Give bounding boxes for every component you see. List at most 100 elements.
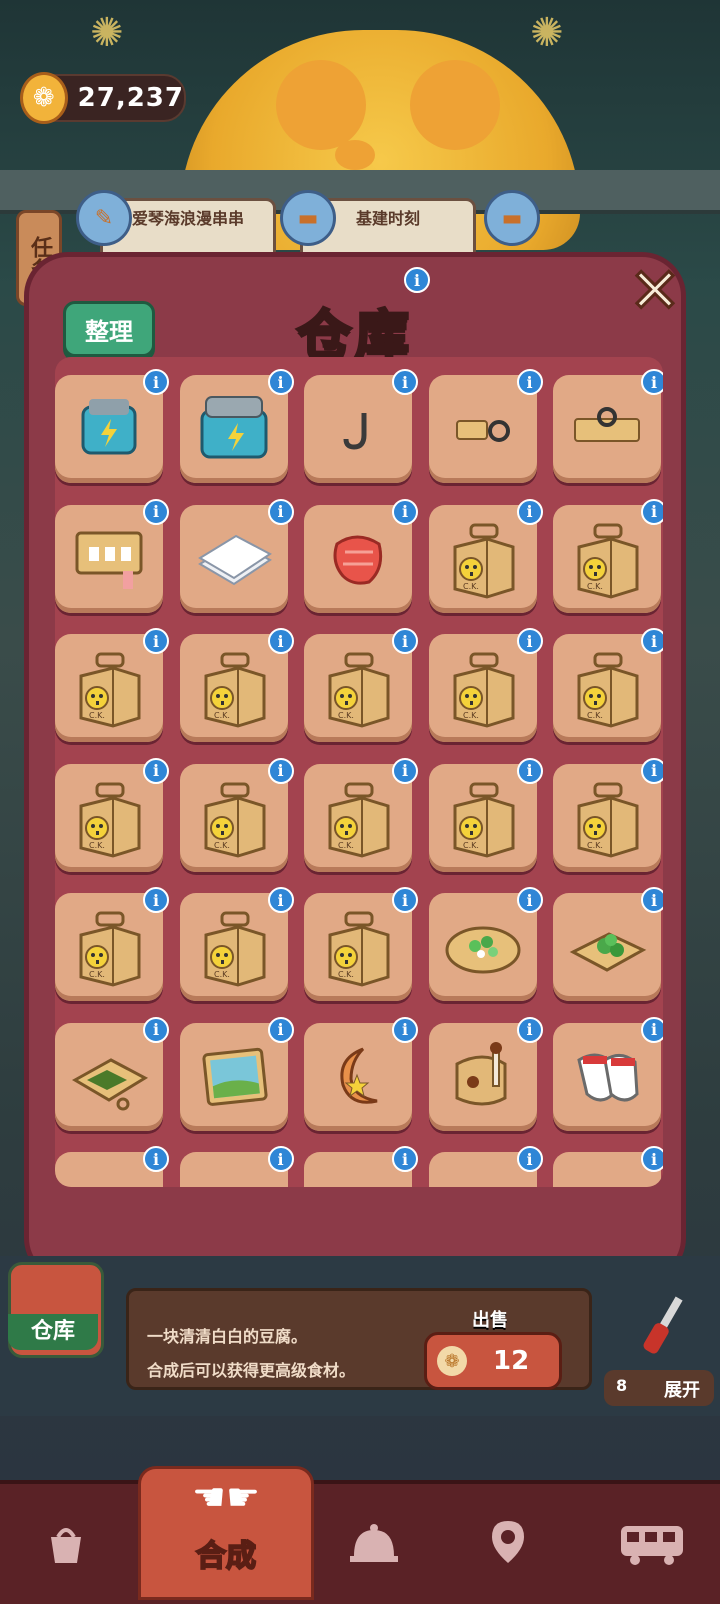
warehouse-slot[interactable]: i [304,498,418,613]
warehouse-slot[interactable]: C.K. i [55,757,169,872]
description-line: 合成后可以获得更高级食材。 [147,1361,356,1380]
warehouse-slot[interactable]: i [55,1016,169,1131]
svg-text:C.K.: C.K. [463,582,479,591]
warehouse-slot[interactable]: C.K. i [553,757,663,872]
warehouse-slot[interactable]: i [55,498,169,613]
sell-button[interactable]: ❁ 12 [424,1332,562,1390]
warehouse-slot[interactable]: C.K. i [55,887,169,1001]
task-icon: ✎ [76,190,132,246]
info-icon[interactable]: i [392,1016,418,1043]
info-icon[interactable]: i [516,1146,543,1172]
warehouse-slot[interactable]: i [553,1146,663,1187]
svg-text:C.K.: C.K. [587,582,603,591]
svg-text:C.K.: C.K. [89,711,105,720]
warehouse-slot[interactable]: i [428,369,543,483]
warehouse-slot[interactable]: C.K. i [428,498,543,613]
warehouse-button-label: 仓库 [8,1314,98,1350]
info-icon[interactable]: i [641,369,663,395]
info-icon[interactable]: i [267,1016,294,1043]
svg-text:C.K.: C.K. [338,841,354,850]
warehouse-slot[interactable]: i [179,369,294,483]
nav-merge-label: 合成 [195,1538,257,1575]
info-icon[interactable]: i [641,887,663,913]
info-icon[interactable]: i [392,369,418,395]
title-info-icon[interactable]: i [404,267,430,293]
info-icon[interactable]: i [516,1016,543,1043]
info-icon[interactable]: i [516,757,543,784]
svg-text:C.K.: C.K. [214,711,230,720]
item-grid-container[interactable]: i i i i i i i i C.K. i C.K. i C.K. i C.K. i C.K. i C.K. i C.… [55,357,663,1187]
warehouse-slot[interactable]: i [55,1146,169,1187]
warehouse-slot[interactable]: i [179,1146,294,1187]
warehouse-slot[interactable]: C.K. i [179,757,294,872]
warehouse-slot[interactable]: C.K. i [553,498,663,613]
info-icon[interactable]: i [267,498,294,525]
info-icon[interactable]: i [516,369,543,395]
info-icon[interactable]: i [392,887,418,913]
description-line: 一块清清白白的豆腐。 [147,1327,308,1346]
info-icon[interactable]: i [516,628,543,654]
info-icon[interactable]: i [143,498,169,525]
info-icon[interactable]: i [143,1146,169,1172]
screwdriver-icon [643,1296,683,1354]
info-icon[interactable]: i [267,1146,294,1172]
info-icon[interactable]: i [516,887,543,913]
warehouse-slot[interactable]: i [553,369,663,483]
svg-text:C.K.: C.K. [587,841,603,850]
paint-roller-icon: ▬ [484,190,540,246]
cloche-icon[interactable] [334,1504,414,1584]
warehouse-slot[interactable]: C.K. i [428,757,543,872]
info-icon[interactable]: i [641,628,663,654]
firework-icon: ✺ [90,10,124,56]
warehouse-slot[interactable]: C.K. i [553,628,663,742]
info-icon[interactable]: i [641,498,663,525]
warehouse-slot[interactable]: i [304,369,418,483]
expand-label: 展开 [664,1380,700,1401]
warehouse-slot[interactable]: C.K. i [428,628,543,742]
info-icon[interactable]: i [143,887,169,913]
info-icon[interactable]: i [143,628,169,654]
warehouse-slot[interactable]: C.K. i [55,628,169,742]
expand-button[interactable]: 8 展开 [604,1370,714,1406]
svg-text:C.K.: C.K. [338,970,354,979]
warehouse-slot[interactable]: C.K. i [304,887,418,1001]
warehouse-slot[interactable]: i [179,1016,294,1131]
warehouse-slot[interactable]: i [304,1016,418,1131]
warehouse-slot[interactable]: i [179,498,294,613]
warehouse-slot[interactable]: C.K. i [179,887,294,1001]
info-icon[interactable]: i [267,628,294,654]
paw-coin-icon: ❁ [20,72,68,124]
info-icon[interactable]: i [267,887,294,913]
info-icon[interactable]: i [641,1016,663,1043]
info-icon[interactable]: i [143,757,169,784]
info-icon[interactable]: i [392,1146,418,1172]
bag-icon[interactable] [26,1504,106,1584]
warehouse-slot[interactable]: i [553,887,663,1001]
warehouse-slot[interactable]: C.K. i [179,628,294,742]
warehouse-slot[interactable]: C.K. i [304,757,418,872]
info-icon[interactable]: i [143,1016,169,1043]
info-icon[interactable]: i [641,757,663,784]
warehouse-slot[interactable]: i [553,1016,663,1131]
sell-price: 12 [493,1346,530,1376]
info-icon[interactable]: i [143,369,169,395]
bottom-nav [0,1480,720,1604]
map-pin-icon[interactable] [468,1504,548,1584]
info-icon[interactable]: i [641,1146,663,1172]
nav-merge-tab[interactable]: ☚☛ 合成 [138,1466,314,1600]
warehouse-slot[interactable]: C.K. i [304,628,418,742]
info-icon[interactable]: i [392,498,418,525]
warehouse-slot[interactable]: i [55,369,169,483]
warehouse-slot[interactable]: i [304,1146,418,1187]
info-icon[interactable]: i [392,757,418,784]
merge-icon: ☚☛ [191,1475,261,1519]
info-icon[interactable]: i [392,628,418,654]
bus-icon[interactable] [612,1504,692,1584]
info-icon[interactable]: i [516,498,543,525]
warehouse-slot[interactable]: i [428,1146,543,1187]
info-icon[interactable]: i [267,757,294,784]
info-icon[interactable]: i [267,369,294,395]
warehouse-slot[interactable]: i [428,1016,543,1131]
warehouse-slot[interactable]: i [428,887,543,1001]
close-button[interactable]: ✕ [627,258,683,323]
